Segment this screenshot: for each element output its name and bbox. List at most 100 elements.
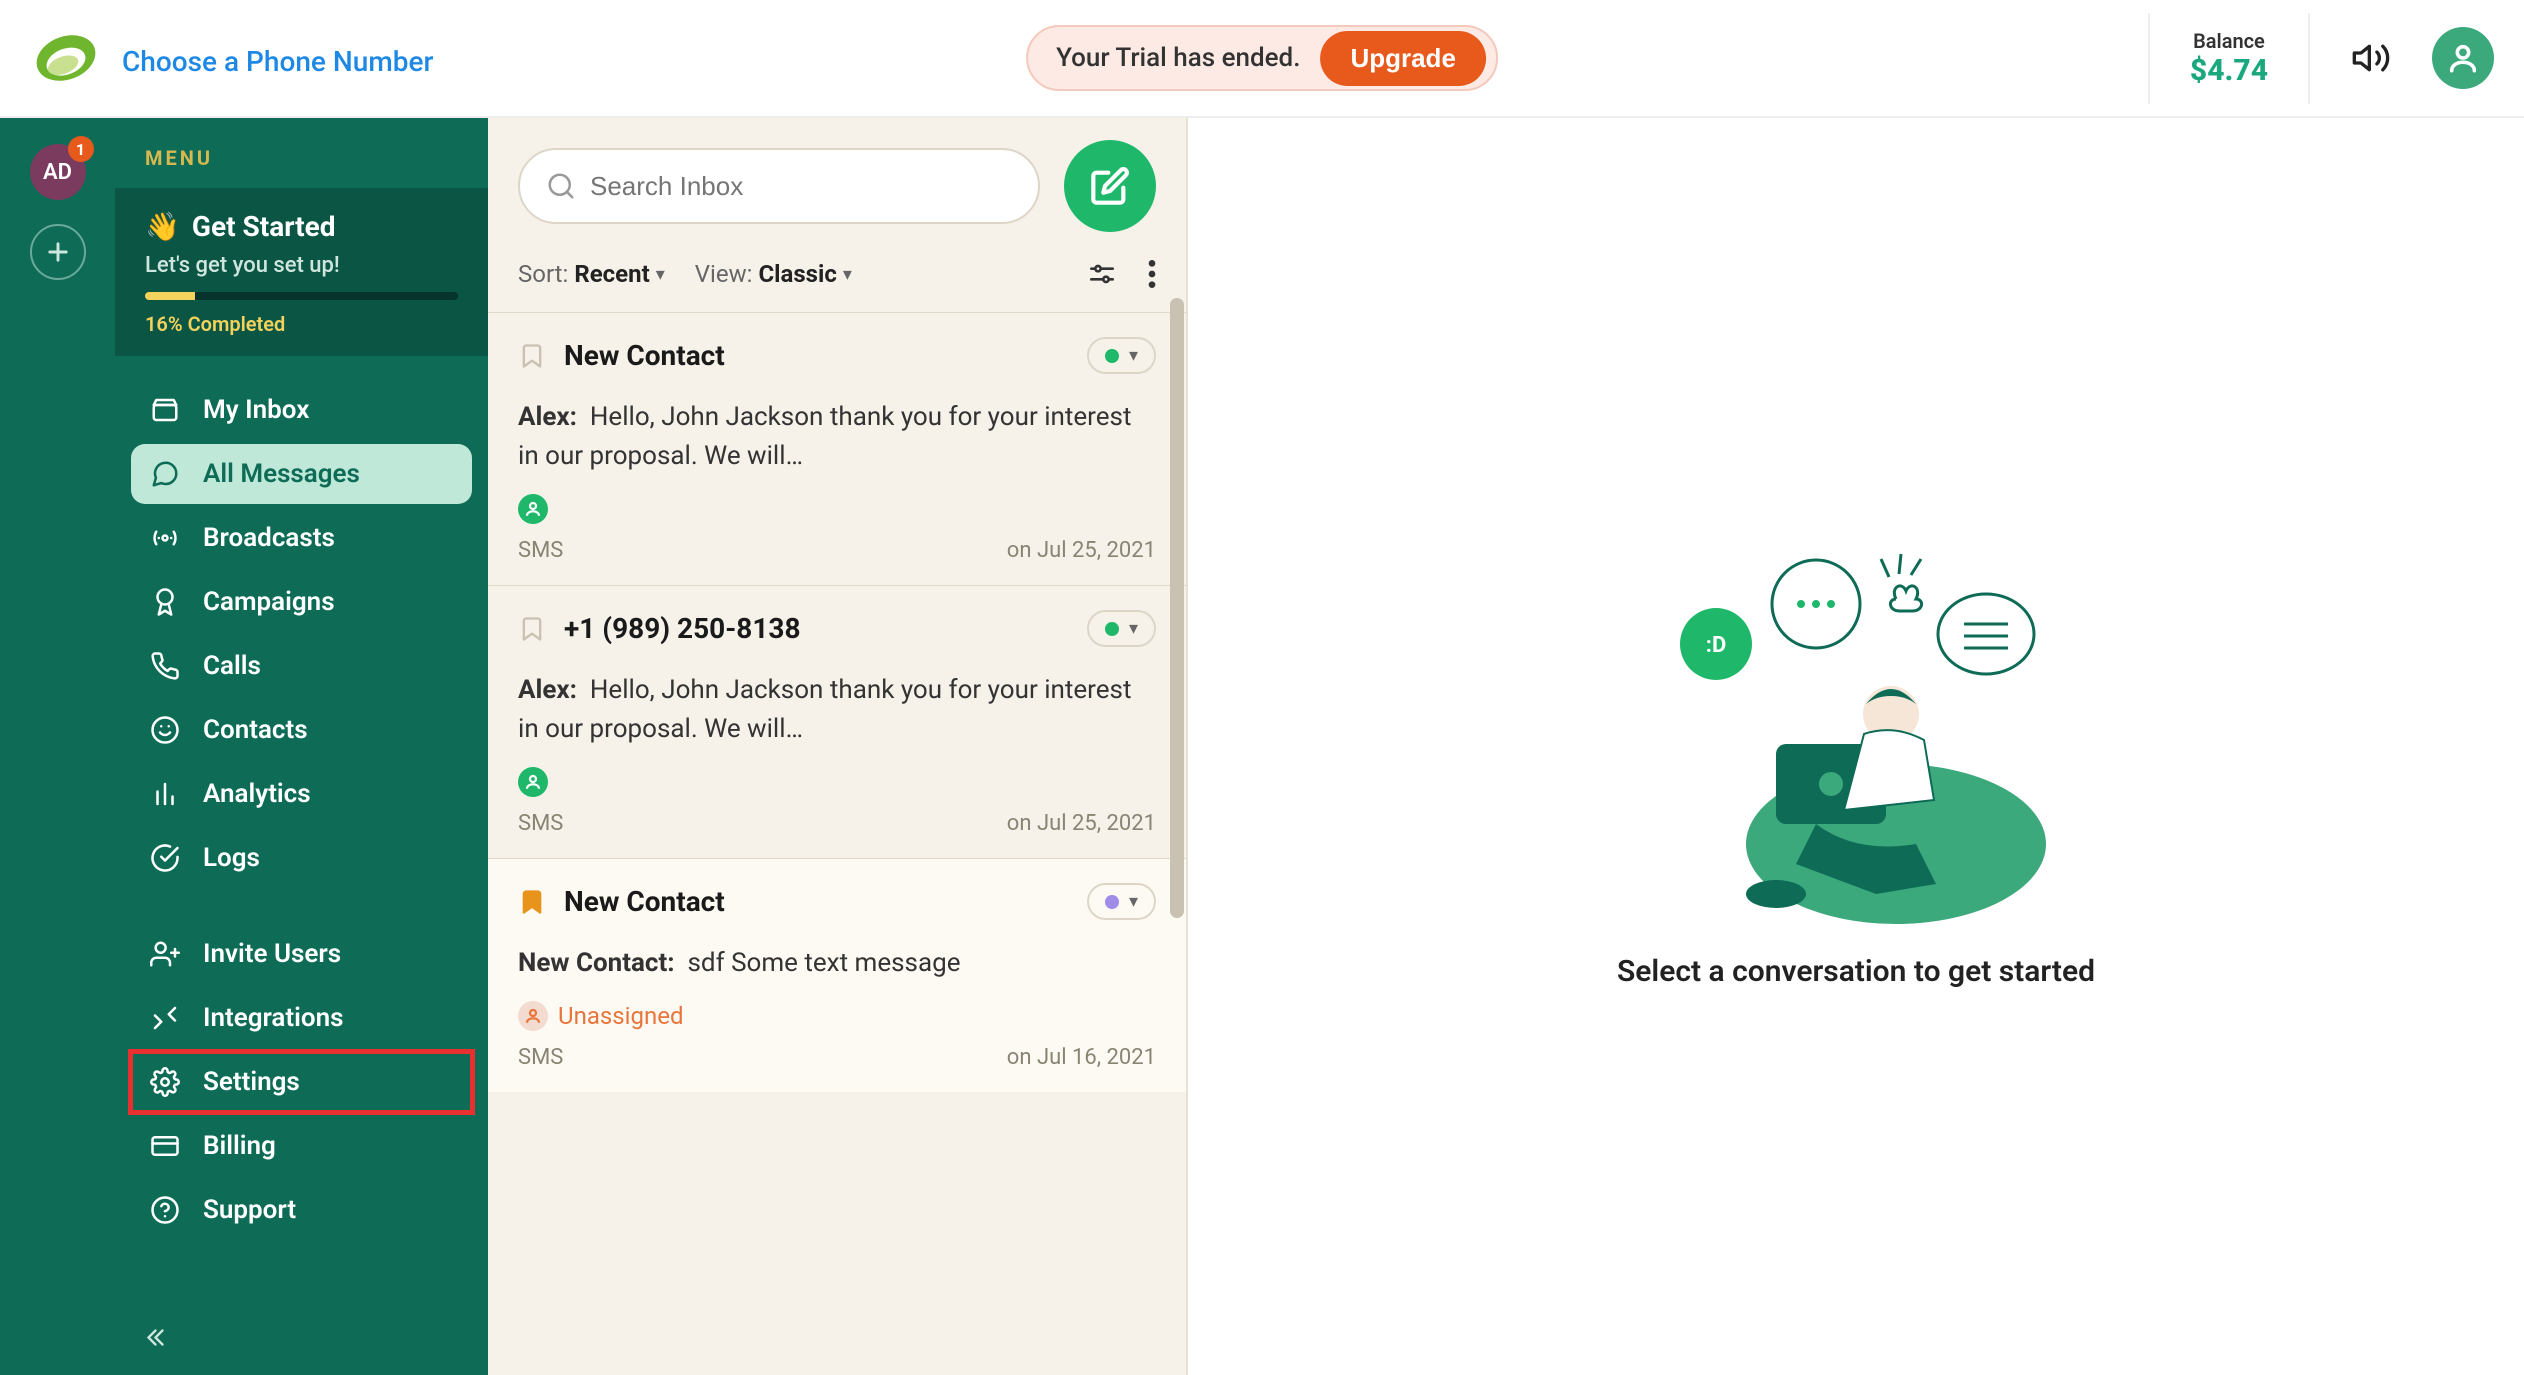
sidebar-item-contacts[interactable]: Contacts	[131, 700, 472, 760]
chevron-down-icon: ▾	[1129, 618, 1138, 639]
sidebar-item-label: Integrations	[203, 1003, 344, 1033]
top-left: Choose a Phone Number	[30, 22, 433, 94]
thread-title: +1 (989) 250-8138	[564, 612, 1069, 645]
svg-text::D: :D	[1706, 633, 1727, 658]
status-dot-icon	[1105, 622, 1119, 636]
collapse-sidebar-icon[interactable]	[115, 1307, 488, 1375]
sidebar-item-invite-users[interactable]: Invite Users	[131, 924, 472, 984]
thread-item[interactable]: New Contact ▾ New Contact: sdf Some text…	[488, 858, 1186, 1092]
chevron-down-icon: ▾	[656, 264, 665, 285]
status-pill[interactable]: ▾	[1087, 610, 1156, 647]
progress-bar	[145, 292, 458, 300]
menu-label: MENU	[115, 118, 488, 188]
channel-label: SMS	[518, 811, 563, 836]
app-body: AD 1 MENU 👋 Get Started Let's get you se…	[0, 118, 2524, 1375]
sidebar-item-logs[interactable]: Logs	[131, 828, 472, 888]
card-icon	[149, 1130, 181, 1162]
scrollbar[interactable]	[1170, 118, 1184, 1375]
sidebar-item-label: Billing	[203, 1131, 276, 1161]
bookmark-icon[interactable]	[518, 888, 546, 916]
app-logo	[30, 22, 102, 94]
phone-icon	[149, 650, 181, 682]
balance-box[interactable]: Balance $4.74	[2148, 13, 2310, 104]
compose-button[interactable]	[1064, 140, 1156, 232]
workspace-avatar[interactable]: AD 1	[30, 144, 86, 200]
sidebar-item-billing[interactable]: Billing	[131, 1116, 472, 1176]
balance-label: Balance	[2190, 29, 2268, 53]
sidebar-item-label: Contacts	[203, 715, 308, 745]
thread-item[interactable]: +1 (989) 250-8138 ▾ Alex: Hello, John Ja…	[488, 585, 1186, 858]
wave-icon: 👋	[145, 210, 180, 243]
filter-icon[interactable]	[1086, 258, 1118, 290]
broadcast-icon	[149, 522, 181, 554]
get-started-title: 👋 Get Started	[145, 210, 458, 243]
thread-preview: Alex: Hello, John Jackson thank you for …	[518, 671, 1156, 749]
sidebar-item-support[interactable]: Support	[131, 1180, 472, 1240]
sidebar-item-label: Campaigns	[203, 587, 335, 617]
search-icon	[546, 171, 576, 201]
top-right: Balance $4.74	[2148, 13, 2494, 104]
sidebar-item-label: My Inbox	[203, 395, 309, 425]
sidebar-item-analytics[interactable]: Analytics	[131, 764, 472, 824]
sidebar-item-campaigns[interactable]: Campaigns	[131, 572, 472, 632]
sidebar-item-label: Settings	[203, 1067, 300, 1097]
thread-preview: New Contact: sdf Some text message	[518, 944, 1156, 983]
bars-icon	[149, 778, 181, 810]
profile-icon[interactable]	[2432, 27, 2494, 89]
add-workspace-button[interactable]	[30, 224, 86, 280]
sidebar-item-label: Calls	[203, 651, 261, 681]
gear-icon	[149, 1066, 181, 1098]
empty-state-text: Select a conversation to get started	[1617, 954, 2095, 989]
balance-value: $4.74	[2190, 53, 2268, 88]
bookmark-icon[interactable]	[518, 615, 546, 643]
main-panel: :D	[1188, 118, 2524, 1375]
channel-label: SMS	[518, 1045, 563, 1070]
inbox-icon	[149, 394, 181, 426]
sidebar-item-my-inbox[interactable]: My Inbox	[131, 380, 472, 440]
sidebar-item-broadcasts[interactable]: Broadcasts	[131, 508, 472, 568]
thread-date: on Jul 25, 2021	[1007, 538, 1156, 563]
inbox-header	[488, 118, 1186, 242]
help-icon	[149, 1194, 181, 1226]
assignee-avatar-icon	[518, 767, 548, 797]
status-pill[interactable]: ▾	[1087, 883, 1156, 920]
search-box[interactable]	[518, 148, 1040, 224]
status-pill[interactable]: ▾	[1087, 337, 1156, 374]
sidebar-item-label: Invite Users	[203, 939, 341, 969]
upgrade-button[interactable]: Upgrade	[1320, 31, 1485, 86]
trial-text: Your Trial has ended.	[1056, 43, 1300, 73]
chevron-down-icon: ▾	[843, 264, 852, 285]
sidebar-item-label: Logs	[203, 843, 260, 873]
search-input[interactable]	[590, 171, 1012, 202]
choose-phone-link[interactable]: Choose a Phone Number	[122, 45, 433, 78]
more-icon[interactable]	[1148, 258, 1156, 290]
view-control[interactable]: View: Classic ▾	[695, 260, 852, 288]
assignee-chip	[518, 767, 558, 797]
avatar-initials: AD	[43, 160, 72, 185]
thread-list: New Contact ▾ Alex: Hello, John Jackson …	[488, 312, 1186, 1375]
sidebar: MENU 👋 Get Started Let's get you set up!…	[115, 118, 488, 1375]
sidebar-item-label: All Messages	[203, 459, 360, 489]
inbox-controls: Sort: Recent ▾ View: Classic ▾	[488, 242, 1186, 312]
sidebar-item-label: Analytics	[203, 779, 311, 809]
get-started-subtitle: Let's get you set up!	[145, 253, 458, 278]
thread-preview: Alex: Hello, John Jackson thank you for …	[518, 398, 1156, 476]
assignee-chip	[518, 494, 558, 524]
thread-title: New Contact	[564, 885, 1069, 918]
mini-rail: AD 1	[0, 118, 115, 1375]
bookmark-icon[interactable]	[518, 342, 546, 370]
sidebar-item-all-messages[interactable]: All Messages	[131, 444, 472, 504]
trial-banner: Your Trial has ended. Upgrade	[1026, 25, 1498, 91]
status-dot-icon	[1105, 349, 1119, 363]
sidebar-item-settings[interactable]: Settings	[131, 1052, 472, 1112]
sort-control[interactable]: Sort: Recent ▾	[518, 260, 665, 288]
thread-item[interactable]: New Contact ▾ Alex: Hello, John Jackson …	[488, 312, 1186, 585]
sound-icon[interactable]	[2340, 27, 2402, 89]
sidebar-item-calls[interactable]: Calls	[131, 636, 472, 696]
chevron-down-icon: ▾	[1129, 891, 1138, 912]
get-started-card[interactable]: 👋 Get Started Let's get you set up! 16% …	[115, 188, 488, 356]
award-icon	[149, 586, 181, 618]
assignee-avatar-icon	[518, 1001, 548, 1031]
thread-date: on Jul 25, 2021	[1007, 811, 1156, 836]
sidebar-item-integrations[interactable]: Integrations	[131, 988, 472, 1048]
